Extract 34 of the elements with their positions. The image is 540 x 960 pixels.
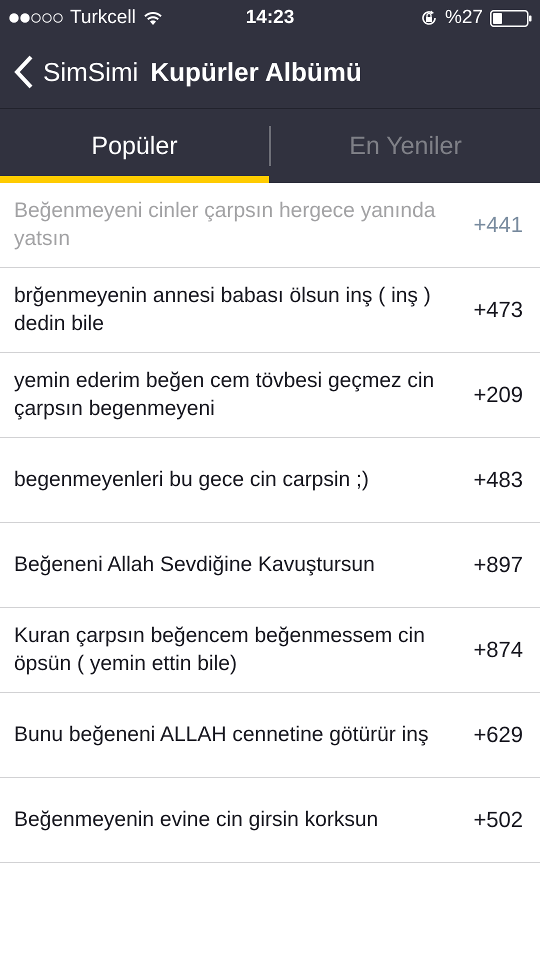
score-text: +897 [473,552,523,578]
screen-title: Kupürler Albümü [150,56,362,88]
list-row[interactable]: Beğenmeyenin evine cin girsin korksun +502 [0,778,540,863]
score-text: +441 [473,212,523,238]
score-text: +483 [473,467,523,493]
list-row[interactable]: Bunu beğeneni ALLAH cennetine götürür inş +629 [0,693,540,778]
battery-percent: %27 [444,7,483,29]
tab[interactable]: Popüler [0,109,269,183]
list-row[interactable]: begenmeyenleri bu gece cin carpsin ;) +483 [0,438,540,523]
score-text: +473 [473,297,523,323]
score-text: +629 [473,722,523,748]
carrier-name: Turkcell [70,7,136,29]
score-text: +874 [473,637,523,663]
rotation-lock-icon [420,9,438,27]
score-text: +209 [473,382,523,408]
status-time: 14:23 [246,7,294,29]
list-row[interactable]: yemin ederim beğen cem tövbesi geçmez cin çarpsın begenmeyeni +209 [0,353,540,438]
row-text: yemin ederim beğen cem tövbesi geçmez cin çarpsın begenmeyeni [14,368,436,422]
score-text: +502 [473,807,523,833]
list-row[interactable]: Beğeneni Allah Sevdiğine Kavuştursun +897 [0,523,540,608]
row-text: Beğenmeyenin evine cin girsin korksun [14,807,378,833]
back-button[interactable]: SimSimi [14,55,138,89]
signal-icon [9,13,63,23]
row-text: Beğeneni Allah Sevdiğine Kavuştursun [14,552,375,578]
back-chevron-icon [14,55,34,89]
row-text: Kuran çarpsın beğencem beğenmessem cin öpsün ( yemin ettin bile) [14,623,426,677]
wifi-icon [142,10,163,26]
row-text: begenmeyenleri bu gece cin carpsin ;) [14,467,369,493]
row-text: Beğenmeyeni cinler çarpsın hergece yanında yatsın [14,198,436,252]
list-row[interactable]: brğenmeyenin annesi babası ölsun inş ( inş ) dedin bile +473 [0,268,540,353]
battery-icon [490,10,532,26]
list-row[interactable]: Kuran çarpsın beğencem beğenmessem cin öpsün ( yemin ettin bile) +874 [0,608,540,693]
row-text: brğenmeyenin annesi babası ölsun inş ( inş ) dedin bile [14,283,432,337]
row-text: Bunu beğeneni ALLAH cennetine götürür inş [14,722,428,748]
